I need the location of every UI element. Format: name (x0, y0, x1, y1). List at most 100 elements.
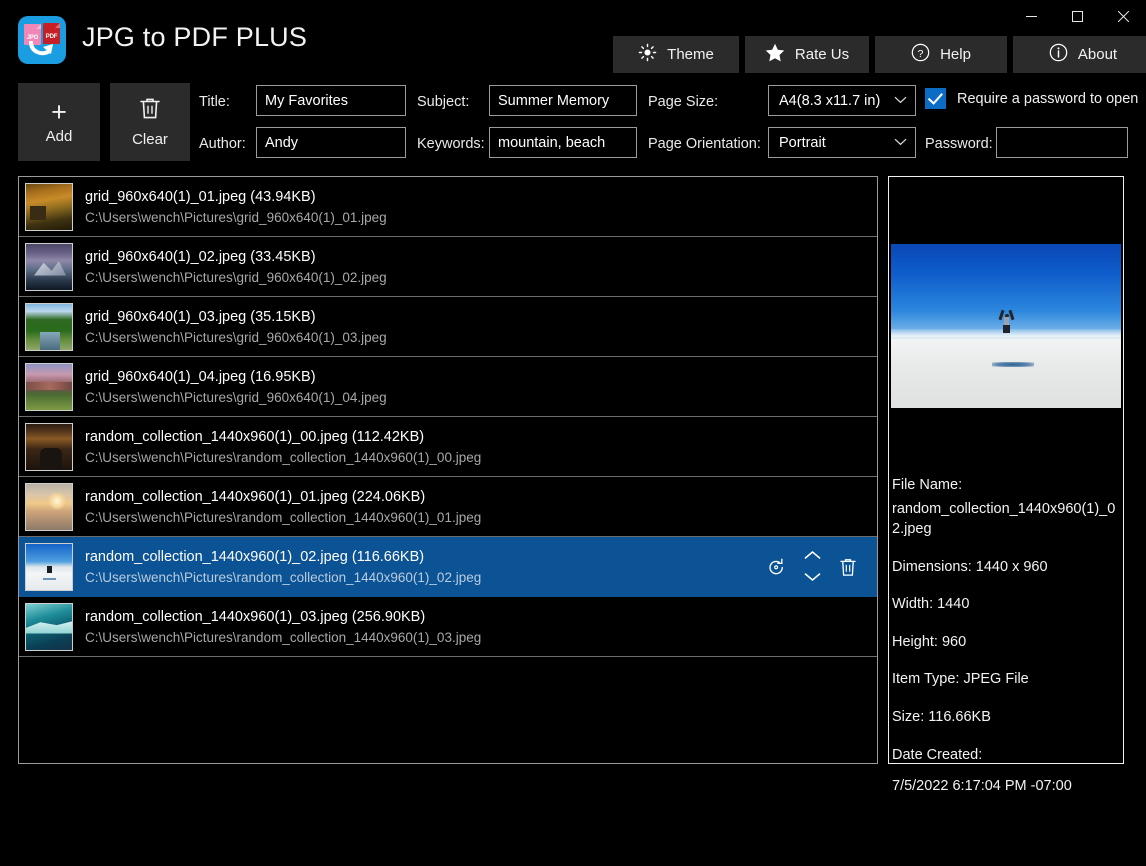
app-title: JPG to PDF PLUS (82, 22, 308, 52)
file-path: C:\Users\wench\Pictures\random_collectio… (85, 569, 482, 585)
title-input[interactable] (256, 85, 406, 116)
theme-button-label: Theme (667, 46, 714, 63)
thumbnail (25, 422, 73, 471)
preview-image (891, 244, 1121, 408)
file-path: C:\Users\wench\Pictures\random_collectio… (85, 509, 482, 525)
password-input[interactable] (996, 127, 1128, 158)
about-button[interactable]: About (1013, 36, 1146, 73)
file-name: grid_960x640(1)_01.jpeg (43.94KB) (85, 188, 316, 205)
list-item[interactable]: grid_960x640(1)_01.jpeg (43.94KB) C:\Use… (19, 177, 877, 237)
file-path: C:\Users\wench\Pictures\random_collectio… (85, 449, 482, 465)
info-circle-icon (1049, 43, 1068, 66)
password-label: Password: (925, 136, 993, 152)
brightness-icon (638, 43, 657, 66)
thumbnail (25, 242, 73, 291)
header-button-group: Theme Rate Us ? Help About (613, 36, 1146, 73)
bottom-bar: Horizontal Alignment: Center Vertical Al… (0, 770, 1146, 866)
rate-us-button[interactable]: Rate Us (745, 36, 869, 73)
close-button[interactable] (1100, 0, 1146, 32)
help-button[interactable]: ? Help (875, 36, 1007, 73)
author-label: Author: (199, 136, 246, 152)
thumbnail (25, 302, 73, 351)
file-name: random_collection_1440x960(1)_03.jpeg (2… (85, 608, 426, 625)
meta-file-name-label: File Name: (892, 477, 963, 493)
pdf-file-tag: PDF (45, 34, 58, 40)
list-item-selected[interactable]: random_collection_1440x960(1)_02.jpeg (1… (19, 537, 877, 597)
meta-date-created-label: Date Created: (892, 746, 983, 763)
meta-size: Size: 116.66KB (892, 709, 991, 726)
require-password-label: Require a password to open (957, 90, 1139, 107)
chevron-down-icon (894, 137, 907, 149)
window-controls (1008, 0, 1146, 32)
move-down-icon[interactable] (804, 569, 821, 587)
svg-text:?: ? (918, 49, 924, 60)
add-button-label: Add (45, 127, 73, 145)
help-button-label: Help (940, 46, 971, 63)
file-name: grid_960x640(1)_04.jpeg (16.95KB) (85, 368, 316, 385)
star-icon (765, 43, 785, 66)
meta-item-type: Item Type: JPEG File (892, 671, 1029, 688)
thumbnail (25, 362, 73, 411)
theme-button[interactable]: Theme (613, 36, 739, 73)
list-item[interactable]: grid_960x640(1)_03.jpeg (35.15KB) C:\Use… (19, 297, 877, 357)
file-name: random_collection_1440x960(1)_02.jpeg (1… (85, 548, 425, 565)
thumbnail (25, 542, 73, 591)
preview-salt-flat (891, 339, 1121, 408)
chevron-down-icon (894, 95, 907, 107)
author-input[interactable] (256, 127, 406, 158)
list-item[interactable]: grid_960x640(1)_04.jpeg (16.95KB) C:\Use… (19, 357, 877, 417)
meta-file-name-value: random_collection_1440x960(1)_02.jpeg (892, 500, 1116, 538)
list-item[interactable]: random_collection_1440x960(1)_01.jpeg (2… (19, 477, 877, 537)
meta-height: Height: 960 (892, 633, 967, 650)
plus-icon: + (51, 96, 67, 127)
page-size-value: A4(8.3 x11.7 in) (779, 92, 881, 109)
preview-person (998, 309, 1015, 334)
file-metadata: File Name: random_collection_1440x960(1)… (892, 475, 1119, 797)
about-button-label: About (1077, 46, 1118, 63)
keywords-input[interactable] (489, 127, 637, 158)
subject-input[interactable] (489, 85, 637, 116)
clear-button-label: Clear (132, 131, 168, 148)
preview-panel: File Name: random_collection_1440x960(1)… (888, 176, 1124, 794)
list-item[interactable]: random_collection_1440x960(1)_00.jpeg (1… (19, 417, 877, 477)
file-name: random_collection_1440x960(1)_01.jpeg (2… (85, 488, 426, 505)
file-path: C:\Users\wench\Pictures\grid_960x640(1)_… (85, 389, 387, 405)
file-list[interactable]: grid_960x640(1)_01.jpeg (43.94KB) C:\Use… (18, 176, 878, 764)
page-size-label: Page Size: (648, 94, 719, 110)
file-path: C:\Users\wench\Pictures\grid_960x640(1)_… (85, 209, 387, 225)
meta-width: Width: 1440 (892, 596, 970, 613)
file-name: grid_960x640(1)_02.jpeg (33.45KB) (85, 248, 316, 265)
thumbnail (25, 482, 73, 531)
preview-shadow (992, 362, 1035, 368)
delete-icon[interactable] (833, 552, 863, 582)
page-size-select[interactable]: A4(8.3 x11.7 in) (768, 85, 916, 116)
reorder-buttons (797, 544, 827, 590)
file-path: C:\Users\wench\Pictures\random_collectio… (85, 629, 482, 645)
convert-arrow-icon (29, 40, 55, 62)
app-icon: JPG PDF (18, 16, 66, 64)
title-label: Title: (199, 94, 230, 110)
page-orientation-label: Page Orientation: (648, 136, 761, 152)
app-window: JPG PDF JPG to PDF PLUS Theme Rate Us ? … (0, 0, 1146, 866)
require-password-checkbox[interactable]: Require a password to open (925, 88, 1138, 109)
keywords-label: Keywords: (417, 136, 485, 152)
file-path: C:\Users\wench\Pictures\grid_960x640(1)_… (85, 329, 387, 345)
file-name: random_collection_1440x960(1)_00.jpeg (1… (85, 428, 425, 445)
list-item[interactable]: grid_960x640(1)_02.jpeg (33.45KB) C:\Use… (19, 237, 877, 297)
list-item[interactable]: random_collection_1440x960(1)_03.jpeg (2… (19, 597, 877, 657)
add-button[interactable]: + Add (18, 83, 100, 161)
move-up-icon[interactable] (804, 547, 821, 565)
minimize-button[interactable] (1008, 0, 1054, 32)
rate-us-button-label: Rate Us (794, 46, 850, 63)
checkbox-checked-icon (925, 88, 946, 109)
meta-dimensions: Dimensions: 1440 x 960 (892, 558, 1048, 575)
subject-label: Subject: (417, 94, 470, 110)
clear-button[interactable]: Clear (110, 83, 190, 161)
rotate-icon[interactable] (761, 552, 791, 582)
question-circle-icon: ? (911, 43, 930, 66)
maximize-button[interactable] (1054, 0, 1100, 32)
page-orientation-select[interactable]: Portrait (768, 127, 916, 158)
thumbnail (25, 602, 73, 651)
trash-icon (138, 96, 162, 127)
file-name: grid_960x640(1)_03.jpeg (35.15KB) (85, 308, 316, 325)
